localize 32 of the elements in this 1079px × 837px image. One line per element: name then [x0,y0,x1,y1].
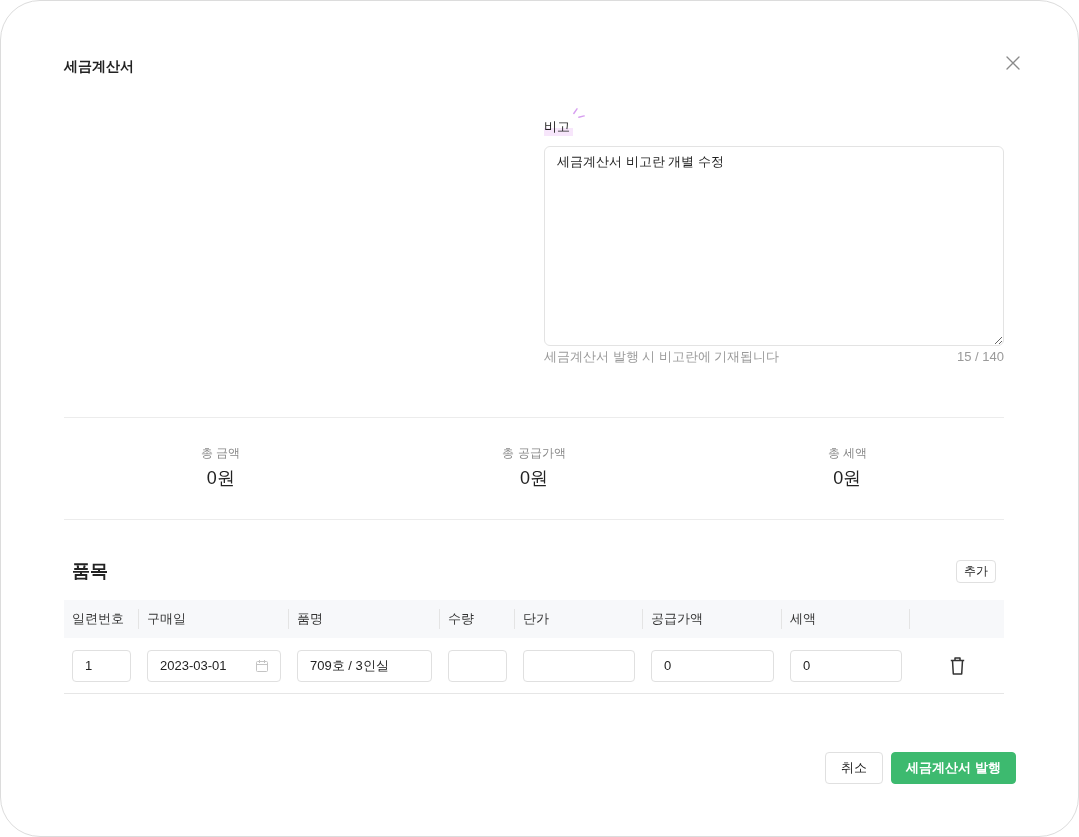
total-label: 총 세액 [827,445,867,461]
sparkle-icon [573,108,585,118]
total-value: 0원 [206,467,235,490]
total-label: 총 공급가액 [502,445,566,461]
cancel-button[interactable]: 취소 [825,752,884,784]
trash-icon[interactable] [949,656,965,675]
tax-field[interactable]: 0 [790,649,902,682]
character-counter: 15 / 140 [957,348,1004,366]
supply-amount-field[interactable]: 0 [651,649,774,682]
column-header: 공급가액 [651,610,703,628]
items-heading: 품목 [72,560,108,583]
column-header: 세액 [790,610,816,628]
serial-number-field[interactable]: 1 [72,649,131,682]
quantity-field[interactable] [448,649,507,682]
column-header: 수량 [448,610,474,628]
close-icon[interactable] [1006,56,1020,70]
memo-hint: 세금계산서 발행 시 비고란에 기재됩니다 [544,348,780,366]
column-header: 단가 [523,610,549,628]
total-label: 총 금액 [201,445,241,461]
unit-price-field[interactable] [523,649,635,682]
item-name-field[interactable]: 709호 / 3인실 [297,649,432,682]
total-value: 0원 [520,467,548,490]
calendar-icon[interactable] [256,660,268,672]
add-button[interactable]: 추가 [956,559,996,583]
total-value: 0원 [833,467,862,490]
column-header: 품명 [297,610,323,628]
memo-field[interactable]: 세금계산서 비고란 개별 수정 [544,146,1004,346]
column-header: 일련번호 [72,610,124,628]
memo-label: 비고 [544,118,573,136]
dialog-title: 세금계산서 [64,57,134,76]
column-header: 구매일 [147,610,186,628]
purchase-date-field[interactable]: 2023-03-01 [147,649,281,682]
